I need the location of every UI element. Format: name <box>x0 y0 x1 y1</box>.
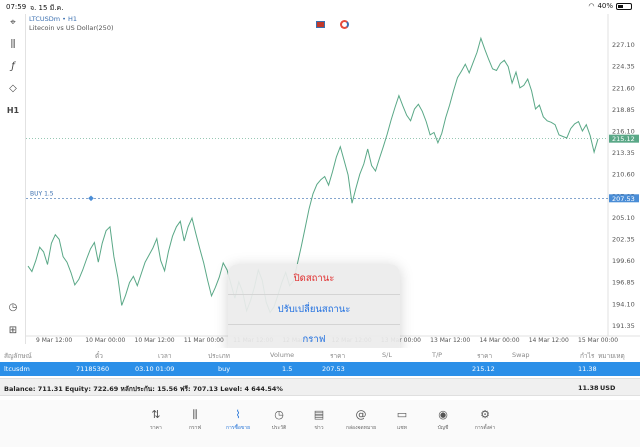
tab-label: ข่าว <box>314 425 324 431</box>
col-volume: Volume <box>270 351 295 359</box>
tab-label: กล่องจดหมาย <box>345 425 377 431</box>
y-tick-label: 213.35 <box>612 149 635 157</box>
x-tick-label: 9 Mar 12:00 <box>36 337 72 344</box>
y-tick-label: 199.60 <box>612 257 635 265</box>
col-symbol: สัญลักษณ์ <box>4 352 32 360</box>
oscillator-icon[interactable]: ◷ <box>4 301 22 315</box>
candles-icon[interactable]: ⫼ <box>4 38 22 52</box>
x-tick-label: 15 Mar 00:00 <box>578 337 618 344</box>
crosshair-icon[interactable]: ⌖ <box>4 16 22 30</box>
current-price-tag-label: 215.12 <box>612 135 635 143</box>
row-time: 03.10 01:09 <box>135 365 175 373</box>
timeframe-icon[interactable]: H1 <box>4 104 22 118</box>
account-icon: ◉ <box>438 408 448 421</box>
battery-percent: 40% <box>597 2 613 10</box>
status-date: จ. 15 มี.ค. <box>30 4 64 12</box>
tab-quotes[interactable]: ⇅ ราคา <box>139 408 173 436</box>
status-bar: 07:59 จ. 15 มี.ค. ◠ 40% <box>0 0 640 14</box>
balance-total: 11.38 <box>578 384 599 392</box>
tab-mailbox[interactable]: @ กล่องจดหมาย <box>344 408 378 436</box>
col-ticket: ตั๋ว <box>95 352 103 360</box>
x-tick-label: 11 Mar 00:00 <box>184 337 224 344</box>
battery-icon <box>616 2 632 10</box>
balance-currency: USD <box>600 384 616 392</box>
x-tick-label: 10 Mar 12:00 <box>135 337 175 344</box>
wifi-icon: ◠ <box>588 2 595 10</box>
x-tick-label: 10 Mar 00:00 <box>85 337 125 344</box>
tab-settings[interactable]: ⚙ การตั้งค่า <box>468 408 502 436</box>
news-icon: ▤ <box>313 408 325 421</box>
x-tick-label: 14 Mar 00:00 <box>479 337 519 344</box>
tab-label: แชท <box>397 425 407 431</box>
col-comment: หมายเหตุ <box>598 352 625 360</box>
tab-label: กราฟ <box>188 425 202 431</box>
x-tick-label: 14 Mar 12:00 <box>529 337 569 344</box>
buy-level-label: BUY 1.5 <box>30 190 54 197</box>
tab-label: การตั้งค่า <box>474 425 496 431</box>
col-tp: T/P <box>432 351 443 359</box>
modify-position-button[interactable]: ปรับเปลี่ยนสถานะ <box>228 295 400 326</box>
y-tick-label: 210.60 <box>612 171 635 179</box>
tab-chat[interactable]: ▭ แชท <box>385 408 419 436</box>
row-price: 207.53 <box>322 365 345 373</box>
buy-price-tag-label: 207.53 <box>612 195 635 203</box>
chart-icon: ⫼ <box>192 408 198 421</box>
balance-text: Balance: 711.31 Equity: 722.69 หลักประกั… <box>4 385 283 393</box>
col-sl: S/L <box>382 351 392 359</box>
y-tick-label: 205.10 <box>612 214 635 222</box>
action-sheet: ปิดสถานะ ปรับเปลี่ยนสถานะ กราฟ <box>228 264 400 356</box>
row-current: 215.12 <box>472 365 495 373</box>
y-tick-label: 224.35 <box>612 63 635 71</box>
balance-bar: Balance: 711.31 Equity: 722.69 หลักประกั… <box>0 378 640 396</box>
col-time: เวลา <box>158 352 172 360</box>
y-tick-label: 221.60 <box>612 84 635 92</box>
col-current: ราคา <box>477 352 493 360</box>
row-profit: 11.38 <box>578 365 597 373</box>
chart-toolbar: ⌖ ⫼ ƒ ◇ H1 ◷ ⊞ <box>0 14 26 344</box>
tab-history[interactable]: ◷ ประวัติ <box>262 408 296 436</box>
chat-icon: ▭ <box>396 408 408 421</box>
status-right: ◠ 40% <box>588 2 632 10</box>
status-time: 07:59 <box>6 3 27 11</box>
tab-news[interactable]: ▤ ข่าว <box>302 408 336 436</box>
quotes-icon: ⇅ <box>151 408 161 421</box>
objects-icon[interactable]: ◇ <box>4 82 22 96</box>
mailbox-icon: @ <box>355 408 367 421</box>
row-type: buy <box>218 365 231 373</box>
tab-trade[interactable]: ⌇ การซื้อขาย <box>221 408 255 436</box>
row-volume: 1.5 <box>282 365 293 373</box>
y-tick-label: 191.35 <box>612 322 635 330</box>
tab-label: การซื้อขาย <box>225 425 251 431</box>
tab-label: บัญชี <box>437 425 449 431</box>
x-tick-label: 13 Mar 12:00 <box>430 337 470 344</box>
function-icon[interactable]: ƒ <box>4 60 22 74</box>
close-position-button[interactable]: ปิดสถานะ <box>228 264 400 295</box>
bottom-tabbar: ⇅ ราคา ⫼ กราฟ ⌇ การซื้อขาย ◷ ประวัติ ▤ ข… <box>0 400 640 447</box>
col-price: ราคา <box>330 352 346 360</box>
tab-chart[interactable]: ⫼ กราฟ <box>178 408 212 436</box>
tab-account[interactable]: ◉ บัญชี <box>426 408 460 436</box>
col-swap: Swap <box>512 351 530 359</box>
y-tick-label: 196.85 <box>612 279 635 287</box>
positions-table-header: สัญลักษณ์ ตั๋ว เวลา ประเภท Volume ราคา S… <box>0 348 640 362</box>
col-type: ประเภท <box>208 352 230 360</box>
add-chart-icon[interactable]: ⊞ <box>4 324 22 338</box>
row-symbol: ltcusdm <box>4 365 30 373</box>
tab-label: ราคา <box>150 425 162 431</box>
y-tick-label: 194.10 <box>612 300 635 308</box>
row-ticket: 71185360 <box>76 365 110 373</box>
table-row[interactable]: ltcusdm 71185360 03.10 01:09 buy 1.5 207… <box>0 362 640 376</box>
y-tick-label: 218.85 <box>612 106 635 114</box>
y-tick-label: 202.35 <box>612 235 635 243</box>
entry-marker <box>88 195 94 202</box>
tab-label: ประวัติ <box>271 425 287 431</box>
trade-icon: ⌇ <box>235 408 241 421</box>
y-tick-label: 227.10 <box>612 41 635 49</box>
history-icon: ◷ <box>274 408 284 421</box>
settings-icon: ⚙ <box>480 408 490 421</box>
col-profit: กำไร <box>580 352 595 360</box>
